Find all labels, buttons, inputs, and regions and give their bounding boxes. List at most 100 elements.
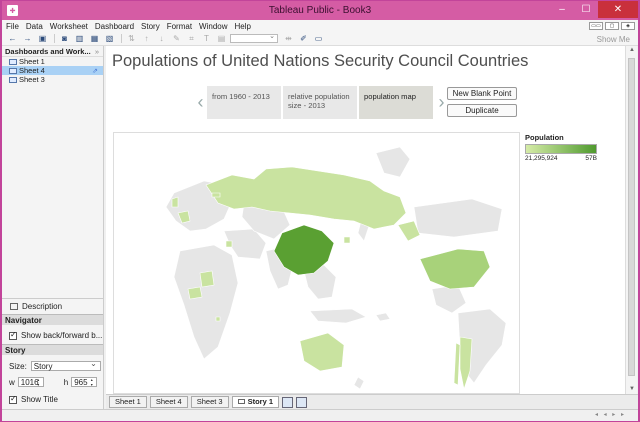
story-point[interactable]: relative population size - 2013 [283, 86, 357, 119]
sheet-list-item[interactable]: Sheet 3 [2, 75, 103, 84]
presentation-mode-button[interactable]: ▭▭ [589, 22, 603, 30]
sheet-label: Sheet 1 [19, 57, 45, 66]
vertical-scrollbar[interactable]: ▲ ▼ [625, 46, 637, 394]
story-dimensions-row: w 1016 h 965 [9, 377, 98, 387]
chile-region [453, 342, 461, 386]
labels-icon[interactable]: T [200, 34, 213, 44]
duplicate-sheet-icon[interactable]: ▦ [88, 34, 101, 44]
description-button[interactable]: Description [2, 298, 103, 313]
new-worksheet-icon[interactable] [282, 396, 294, 408]
presentation-icon[interactable]: ▭ [312, 34, 325, 44]
mexico-land [431, 284, 467, 314]
tab-sheet-1[interactable]: Sheet 1 [109, 396, 147, 408]
toolbar-separator [121, 34, 122, 43]
toolbar: ← → ▣ ◙ ▥ ▦ ▧ ⇅ ↑ ↓ ✎ ⌗ T ▤ ⇹ ✐ ▭ Show M… [2, 32, 638, 46]
argentina-region [459, 336, 473, 391]
view-mode-buttons: ▭▭ ▢ ◈ [589, 22, 635, 30]
show-title-label: Show Title [21, 395, 58, 404]
pen-icon[interactable]: ✐ [297, 34, 310, 44]
menu-data[interactable]: Data [26, 22, 43, 31]
highlight-icon[interactable]: ✎ [170, 34, 183, 44]
story-size-dropdown[interactable]: Story [30, 359, 101, 371]
canada-land [413, 198, 503, 238]
story-navigator: ‹ from 1960 - 2013 relative population s… [194, 86, 448, 119]
legend-min-label: 21,295,924 [525, 155, 558, 162]
tab-sheet-3[interactable]: Sheet 3 [190, 396, 229, 408]
fit-icon[interactable]: ▤ [215, 34, 228, 44]
new-blank-point-button[interactable]: New Blank Point [447, 87, 517, 100]
scroll-up-icon[interactable]: ▲ [629, 47, 635, 53]
menu-dashboard[interactable]: Dashboard [95, 22, 134, 31]
height-stepper[interactable]: 965 [71, 377, 98, 387]
previous-point-icon[interactable]: ‹ [194, 86, 207, 119]
show-back-forward-checkbox[interactable] [9, 330, 17, 340]
sheet-list-item[interactable]: Sheet 1 [2, 57, 103, 66]
population-legend: Population 21,295,924 57B [525, 133, 605, 162]
sheet-label: Sheet 4 [19, 66, 45, 75]
scrollbar-thumb[interactable] [628, 58, 635, 376]
restore-panel-button[interactable]: ▢ [605, 22, 619, 30]
greenland-land [375, 146, 411, 178]
menu-bar: File Data Worksheet Dashboard Story Form… [2, 20, 638, 32]
duplicate-button[interactable]: Duplicate [447, 104, 517, 117]
australia-region [299, 332, 345, 372]
open-sheet-icon[interactable]: ⇗ [92, 67, 98, 75]
show-title-checkbox[interactable] [9, 394, 17, 404]
story-point-active[interactable]: population map [359, 86, 433, 119]
tab-sheet-4[interactable]: Sheet 4 [149, 396, 188, 408]
width-stepper[interactable]: 1016 [17, 377, 44, 387]
africa-land [173, 244, 239, 360]
scroll-down-icon[interactable]: ▼ [629, 386, 635, 392]
tab-story-1[interactable]: Story 1 [231, 396, 280, 408]
app-window: ✚ Tableau Public - Book3 – ☐ ✕ File Data… [1, 0, 639, 422]
datasource-icon[interactable]: ◙ [58, 34, 71, 44]
fix-axes-icon[interactable]: ⇹ [282, 34, 295, 44]
description-label: Description [22, 301, 63, 311]
legend-title: Population [525, 133, 564, 142]
new-dashboard-icon[interactable] [296, 396, 308, 408]
jordan-region [225, 240, 233, 248]
menu-file[interactable]: File [6, 22, 19, 31]
sheet-tabs-bar: Sheet 1 Sheet 4 Sheet 3 Story 1 [106, 394, 638, 409]
minimize-button[interactable]: – [550, 1, 574, 18]
population-map[interactable] [113, 132, 520, 394]
description-icon [10, 302, 18, 310]
story-header: Story [2, 344, 103, 355]
sort-asc-icon[interactable]: ↑ [140, 34, 153, 44]
menu-format[interactable]: Format [167, 22, 192, 31]
legend-max-label: 57B [585, 155, 597, 162]
rwanda-region [215, 316, 221, 322]
show-me-button[interactable]: Show Me [597, 35, 630, 44]
story-title[interactable]: Populations of United Nations Security C… [112, 52, 528, 71]
fit-dropdown[interactable] [230, 32, 278, 43]
height-label: h [63, 377, 69, 387]
show-title-option[interactable]: Show Title [9, 394, 58, 404]
show-back-forward-option[interactable]: Show back/forward b... [9, 330, 102, 340]
new-sheet-icon[interactable]: ▥ [73, 34, 86, 44]
clear-sheet-icon[interactable]: ▧ [103, 34, 116, 44]
sheet-list-item[interactable]: Sheet 4 ⇗ [2, 66, 103, 75]
back-arrow-icon[interactable]: ← [6, 34, 19, 44]
sheet-label: Sheet 3 [19, 75, 45, 84]
menu-worksheet[interactable]: Worksheet [50, 22, 88, 31]
menu-help[interactable]: Help [235, 22, 251, 31]
forward-arrow-icon[interactable]: → [21, 34, 34, 44]
story-point[interactable]: from 1960 - 2013 [207, 86, 281, 119]
worksheet-icon [9, 67, 17, 74]
russia-region [205, 166, 407, 230]
worksheet-icon [9, 58, 17, 65]
south-korea-region [343, 236, 351, 244]
legend-labels: 21,295,924 57B [525, 155, 597, 162]
panel-collapse-icon[interactable]: » [95, 47, 99, 56]
save-icon[interactable]: ▣ [36, 34, 49, 44]
swap-icon[interactable]: ⇅ [125, 34, 138, 44]
sort-desc-icon[interactable]: ↓ [155, 34, 168, 44]
menu-story[interactable]: Story [141, 22, 160, 31]
group-icon[interactable]: ⌗ [185, 34, 198, 44]
title-bar: ✚ Tableau Public - Book3 – ☐ ✕ [2, 1, 638, 20]
sheet-pager[interactable]: ◂ ◂ ▸ ▸ [595, 411, 626, 418]
menu-window[interactable]: Window [199, 22, 227, 31]
maximize-button[interactable]: ☐ [574, 1, 598, 18]
close-button[interactable]: ✕ [598, 1, 638, 18]
pin-button[interactable]: ◈ [621, 22, 635, 30]
